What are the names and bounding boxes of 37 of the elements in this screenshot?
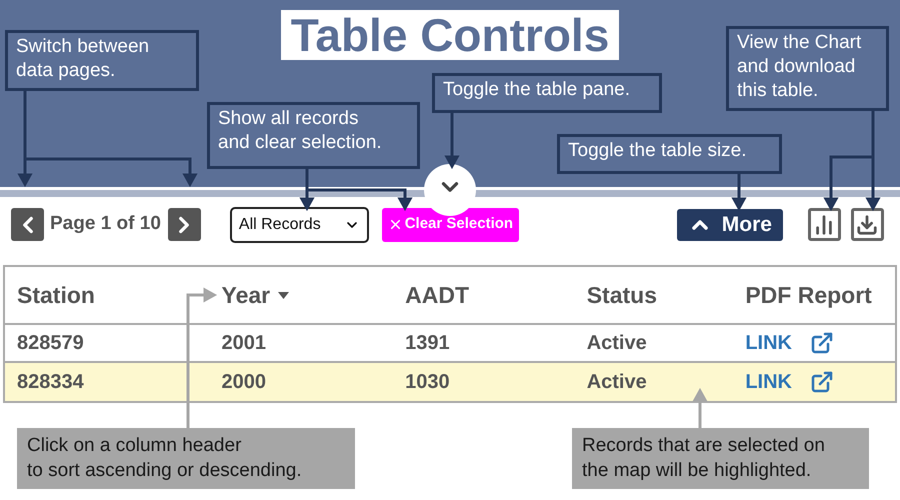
table-cell: 828579 <box>17 332 84 354</box>
table-cell: Active <box>586 332 647 354</box>
table-cell: 1391 <box>405 332 450 354</box>
callout: Click on a column header to sort ascending or descending. <box>17 428 355 489</box>
records-dropdown[interactable]: All Records <box>230 206 369 242</box>
leader-line <box>444 113 460 170</box>
download-button[interactable] <box>850 208 884 241</box>
download-icon <box>856 214 878 236</box>
table-cell: 828334 <box>17 371 84 393</box>
callout: Records that are selected on the map will be highlighted. <box>572 428 869 489</box>
leader-line <box>731 174 747 212</box>
table-cell: 2000 <box>222 371 266 393</box>
callout: View the Chart and download this table. <box>726 26 889 111</box>
callout: Toggle the table pane. <box>432 73 662 113</box>
table-cell: 2001 <box>222 332 266 354</box>
previous-page-button[interactable] <box>11 208 44 241</box>
more-button[interactable]: More <box>676 208 783 240</box>
report-link[interactable]: LINK <box>745 328 792 358</box>
column-header[interactable]: Year <box>222 278 290 312</box>
table-cell: Active <box>586 371 647 393</box>
report-link[interactable]: LINK <box>745 367 792 397</box>
page-title: Table Controls <box>280 10 620 60</box>
callout: Switch between data pages. <box>5 30 199 91</box>
callout: Show all records and clear selection. <box>207 102 420 169</box>
external-link-icon <box>810 331 834 355</box>
table-cell: 1030 <box>405 371 450 393</box>
chart-button[interactable] <box>808 208 841 241</box>
column-header[interactable]: PDF Report <box>745 278 872 312</box>
next-page-button[interactable] <box>168 208 201 241</box>
external-link-icon <box>810 370 834 394</box>
column-header[interactable]: Station <box>17 278 95 312</box>
table-row[interactable]: 828334 2000 1030 Active LINK <box>5 363 895 401</box>
column-header[interactable]: Status <box>586 278 657 312</box>
callout: Toggle the table size. <box>557 134 782 174</box>
page-indicator: Page 1 of 10 <box>50 212 161 236</box>
sort-caret-icon <box>278 292 290 298</box>
column-header[interactable]: AADT <box>405 278 469 312</box>
